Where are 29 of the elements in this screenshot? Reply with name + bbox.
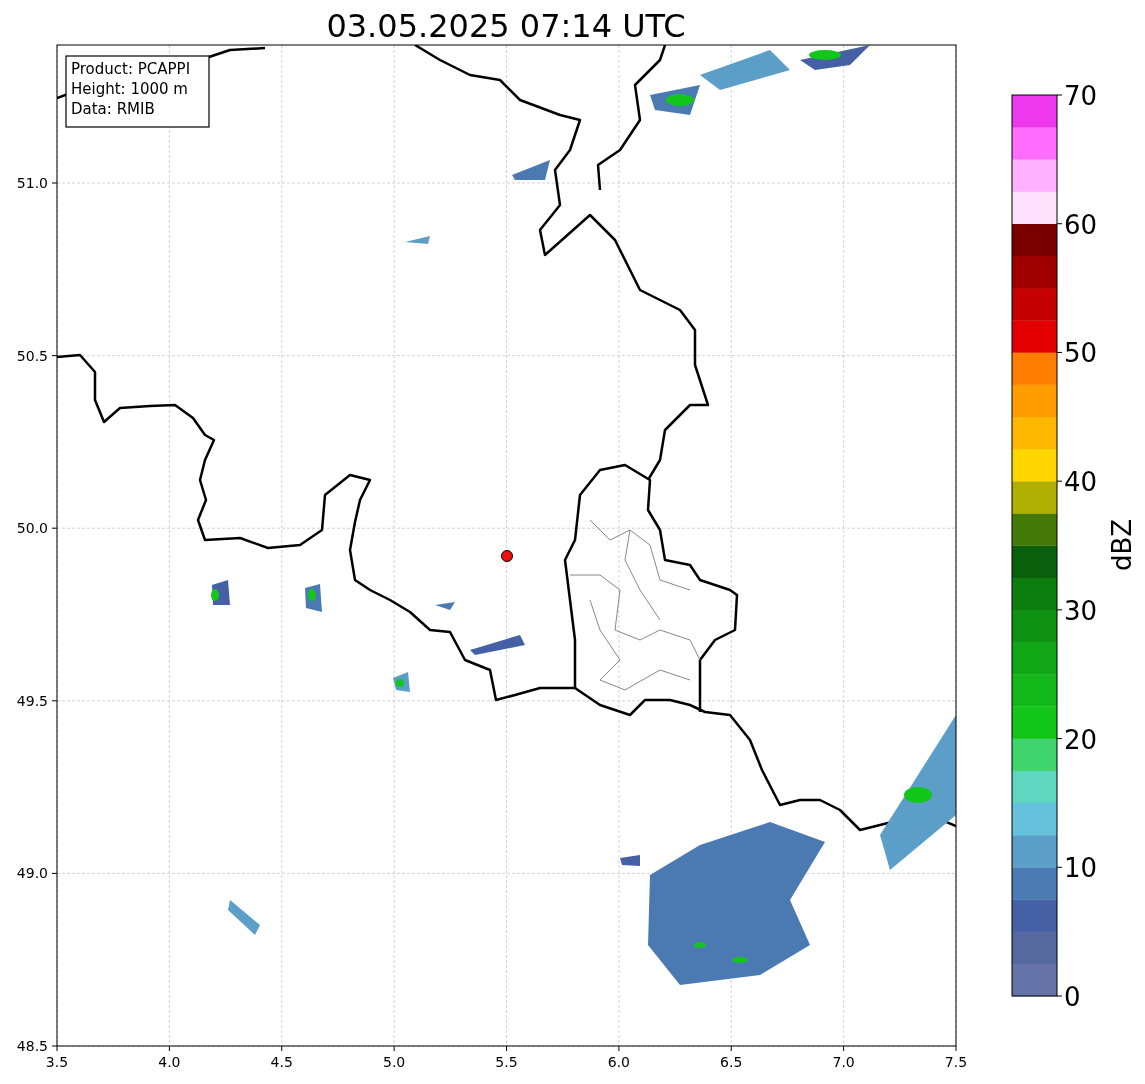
axis-tick-label: 3.5: [45, 1054, 69, 1070]
colorbar-tick-label: 40: [1064, 467, 1098, 498]
axis-tick-label: 7.0: [832, 1054, 855, 1070]
colorbar-tick-label: 0: [1064, 982, 1081, 1012]
axis-tick-label: 5.5: [495, 1054, 518, 1070]
axis-tick-label: 6.5: [720, 1054, 743, 1070]
colorbar-tick-label: 70: [1064, 81, 1098, 111]
axis-tick-label: 4.0: [158, 1054, 181, 1070]
axis-tick-label: 4.5: [270, 1054, 293, 1070]
axis-tick-label: 6.0: [607, 1054, 630, 1070]
axis-tick-label: 51.0: [16, 175, 48, 191]
axis-tick-label: 7.5: [944, 1054, 968, 1070]
colorbar-tick-label: 20: [1064, 724, 1098, 755]
axis-tick-label: 50.5: [16, 347, 48, 364]
colorbar-tick-label: 60: [1064, 209, 1098, 240]
axis-tick-label: 5.0: [383, 1054, 406, 1070]
colorbar-tick-label: 30: [1064, 595, 1098, 626]
chart-title: 03.05.2025 07:14 UTC: [326, 7, 686, 45]
legend-text: Data: RMIB: [71, 100, 155, 118]
legend-text: Product: PCAPPI: [71, 60, 191, 78]
colorbar-label: dBZ: [1107, 518, 1137, 572]
legend-text: Height: 1000 m: [71, 80, 188, 98]
colorbar-tick-label: 50: [1064, 338, 1098, 369]
axis-tick-label: 50.0: [16, 520, 48, 537]
axis-tick-label: 49.0: [16, 865, 48, 882]
location-marker-icon: [501, 550, 513, 562]
colorbar-tick-label: 10: [1064, 853, 1098, 884]
axis-tick-label: 49.5: [16, 692, 48, 709]
axis-tick-label: 48.5: [16, 1038, 48, 1054]
